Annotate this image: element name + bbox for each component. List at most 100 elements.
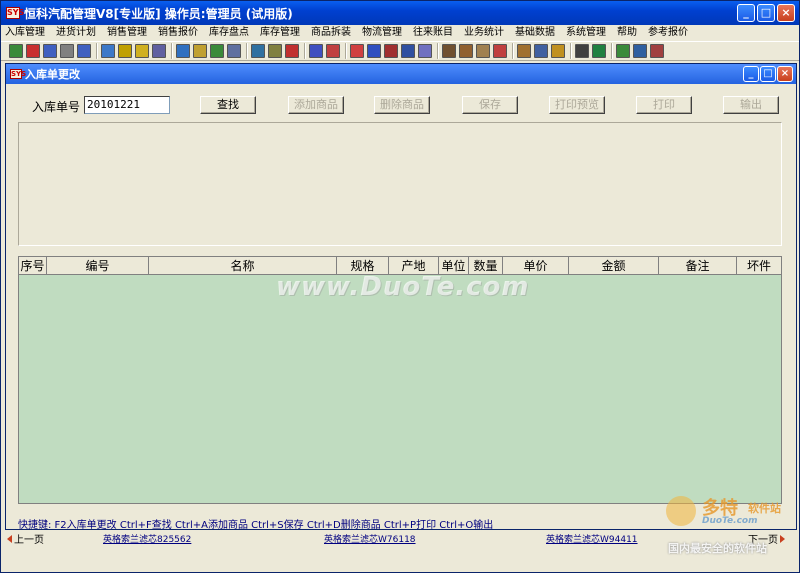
toolbar-button-icon[interactable] <box>493 44 507 58</box>
save-button[interactable]: 保存 <box>462 96 518 114</box>
arrow-left-icon <box>7 534 12 543</box>
export-button[interactable]: 输出 <box>723 96 779 114</box>
menu-item-13[interactable]: 参考报价 <box>648 25 688 40</box>
child-title: 入库单更改 <box>25 68 80 81</box>
menu-item-6[interactable]: 商品拆装 <box>311 25 351 40</box>
app-title: 恒科汽配管理V8[专业版] 操作员:管理员 (试用版) <box>24 6 293 21</box>
toolbar-button-icon[interactable] <box>459 44 473 58</box>
status-link-1[interactable]: 英格索兰滤芯825562 <box>103 532 191 545</box>
status-link-2[interactable]: 英格索兰滤芯W76118 <box>324 532 416 545</box>
toolbar-separator <box>96 43 97 59</box>
child-close-icon[interactable]: × <box>777 66 793 82</box>
menu-item-1[interactable]: 进货计划 <box>56 25 96 40</box>
toolbar-button-icon[interactable] <box>534 44 548 58</box>
menu-item-7[interactable]: 物流管理 <box>362 25 402 40</box>
toolbar-button-icon[interactable] <box>227 44 241 58</box>
menu-item-3[interactable]: 销售报价 <box>158 25 198 40</box>
menu-item-4[interactable]: 库存盘点 <box>209 25 249 40</box>
toolbar-button-icon[interactable] <box>350 44 364 58</box>
window-controls: _ □ × <box>737 4 795 22</box>
col-seq[interactable]: 序号 <box>19 257 47 274</box>
toolbar-separator <box>246 43 247 59</box>
find-button[interactable]: 查找 <box>200 96 256 114</box>
toolbar-button-icon[interactable] <box>152 44 166 58</box>
toolbar-separator <box>611 43 612 59</box>
toolbar-button-icon[interactable] <box>650 44 664 58</box>
toolbar-button-icon[interactable] <box>551 44 565 58</box>
menu-item-2[interactable]: 销售管理 <box>107 25 147 40</box>
maximize-icon[interactable]: □ <box>757 4 775 22</box>
toolbar-separator <box>437 43 438 59</box>
toolbar-button-icon[interactable] <box>60 44 74 58</box>
toolbar-button-icon[interactable] <box>517 44 531 58</box>
toolbar-button-icon[interactable] <box>118 44 132 58</box>
child-minimize-icon[interactable]: _ <box>743 66 759 82</box>
toolbar-button-icon[interactable] <box>101 44 115 58</box>
menu-item-8[interactable]: 往来账目 <box>413 25 453 40</box>
prev-page-button[interactable]: 上一页 <box>5 531 44 546</box>
hotkey-hint: 快捷键: F2入库单更改 Ctrl+F查找 Ctrl+A添加商品 Ctrl+S保… <box>18 520 494 531</box>
toolbar-button-icon[interactable] <box>309 44 323 58</box>
title-bar[interactable]: SYS 恒科汽配管理V8[专业版] 操作员:管理员 (试用版) _ □ × <box>1 1 799 25</box>
center-watermark: www.DuoTe.com <box>276 272 530 302</box>
toolbar-button-icon[interactable] <box>326 44 340 58</box>
watermark-site: DuoTe.com <box>702 516 758 526</box>
app-icon: SYS <box>6 7 25 19</box>
toolbar-button-icon[interactable] <box>616 44 630 58</box>
order-number-label: 入库单号 <box>32 100 81 114</box>
delete-item-button[interactable]: 删除商品 <box>374 96 430 114</box>
col-amount[interactable]: 金额 <box>569 257 659 274</box>
toolbar <box>1 41 799 61</box>
toolbar-button-icon[interactable] <box>9 44 23 58</box>
toolbar-button-icon[interactable] <box>193 44 207 58</box>
toolbar-button-icon[interactable] <box>442 44 456 58</box>
col-note[interactable]: 备注 <box>659 257 737 274</box>
order-number-input[interactable]: 20101221 <box>84 96 170 114</box>
minimize-icon[interactable]: _ <box>737 4 755 22</box>
toolbar-button-icon[interactable] <box>418 44 432 58</box>
menu-item-10[interactable]: 基础数据 <box>515 25 555 40</box>
toolbar-button-icon[interactable] <box>575 44 589 58</box>
menu-item-12[interactable]: 帮助 <box>617 25 637 40</box>
toolbar-button-icon[interactable] <box>384 44 398 58</box>
toolbar-separator <box>570 43 571 59</box>
col-code[interactable]: 编号 <box>47 257 149 274</box>
add-item-button[interactable]: 添加商品 <box>288 96 344 114</box>
toolbar-button-icon[interactable] <box>633 44 647 58</box>
toolbar-button-icon[interactable] <box>26 44 40 58</box>
close-icon[interactable]: × <box>777 4 795 22</box>
menu-item-5[interactable]: 库存管理 <box>260 25 300 40</box>
watermark-logo-icon <box>666 496 696 526</box>
grid-scrollbar[interactable] <box>775 275 781 503</box>
toolbar-separator <box>171 43 172 59</box>
child-title-bar[interactable]: SYS 入库单更改 _ □ × <box>6 64 796 84</box>
corner-watermark: 多特 软件站 DuoTe.com 国内最安全的软件站 <box>666 494 796 556</box>
status-link-3[interactable]: 英格索兰滤芯W94411 <box>546 532 638 545</box>
col-damaged[interactable]: 坏件 <box>737 257 781 274</box>
prev-page-label: 上一页 <box>14 535 44 546</box>
toolbar-button-icon[interactable] <box>268 44 282 58</box>
toolbar-separator <box>345 43 346 59</box>
toolbar-button-icon[interactable] <box>135 44 149 58</box>
child-app-icon: SYS <box>10 69 27 79</box>
toolbar-button-icon[interactable] <box>367 44 381 58</box>
print-preview-button[interactable]: 打印预览 <box>549 96 605 114</box>
toolbar-button-icon[interactable] <box>251 44 265 58</box>
child-window-controls: _ □ × <box>743 66 793 82</box>
child-maximize-icon[interactable]: □ <box>760 66 776 82</box>
toolbar-button-icon[interactable] <box>77 44 91 58</box>
toolbar-button-icon[interactable] <box>285 44 299 58</box>
toolbar-button-icon[interactable] <box>592 44 606 58</box>
menu-item-11[interactable]: 系统管理 <box>566 25 606 40</box>
toolbar-button-icon[interactable] <box>476 44 490 58</box>
toolbar-button-icon[interactable] <box>43 44 57 58</box>
print-button[interactable]: 打印 <box>636 96 692 114</box>
menu-item-0[interactable]: 入库管理 <box>5 25 45 40</box>
toolbar-button-icon[interactable] <box>176 44 190 58</box>
info-panel <box>18 122 782 246</box>
menu-item-9[interactable]: 业务统计 <box>464 25 504 40</box>
toolbar-separator <box>512 43 513 59</box>
toolbar-button-icon[interactable] <box>210 44 224 58</box>
toolbar-button-icon[interactable] <box>401 44 415 58</box>
watermark-brand-suffix: 软件站 <box>748 502 781 515</box>
